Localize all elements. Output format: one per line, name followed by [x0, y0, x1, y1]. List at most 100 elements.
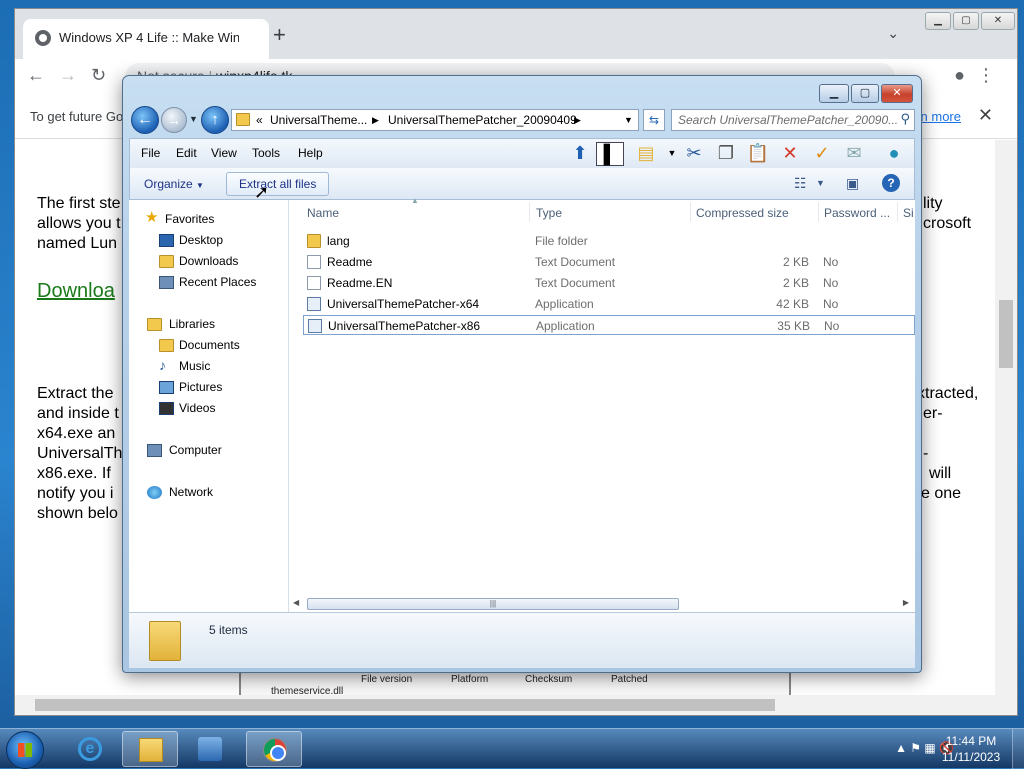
taskbar-app[interactable]: [122, 731, 178, 767]
file-row-selected[interactable]: UniversalThemePatcher-x86 Application 35…: [303, 315, 915, 335]
minimize-button[interactable]: ▁: [819, 84, 849, 103]
show-desktop-button[interactable]: [1012, 729, 1024, 769]
extract-all-files-button[interactable]: Extract all files: [226, 172, 330, 196]
recent-pages-chevron-icon[interactable]: ▼: [189, 114, 198, 124]
scroll-left-icon[interactable]: ◀: [293, 598, 299, 607]
breadcrumb-arrow-icon[interactable]: ▶: [372, 115, 379, 126]
up-arrow-icon[interactable]: ↑: [201, 106, 229, 134]
chevron-down-icon[interactable]: ▼: [816, 178, 825, 188]
breadcrumb-segment[interactable]: UniversalTheme...: [270, 113, 367, 127]
menu-file[interactable]: File: [141, 146, 160, 160]
maximize-button[interactable]: ▢: [953, 12, 979, 30]
delete-icon[interactable]: ✕: [776, 142, 804, 166]
maximize-button[interactable]: ▢: [851, 84, 879, 103]
nav-item-downloads[interactable]: Downloads: [179, 254, 238, 268]
scroll-right-icon[interactable]: ▶: [903, 598, 909, 607]
page-horizontal-scrollbar[interactable]: [15, 695, 1017, 715]
nav-item-desktop[interactable]: Desktop: [179, 233, 223, 247]
go-up-icon[interactable]: ⬆: [566, 142, 594, 166]
cut-icon[interactable]: ✂: [680, 142, 708, 166]
taskbar-app[interactable]: [182, 731, 238, 767]
nav-item-libraries[interactable]: Libraries: [169, 317, 215, 331]
file-name: Readme: [327, 255, 373, 269]
forward-arrow-icon[interactable]: →: [161, 107, 187, 133]
folder-options-icon[interactable]: ▤: [632, 142, 660, 166]
sort-arrow-icon: ▲: [411, 196, 419, 205]
reload-icon[interactable]: ↻: [91, 65, 106, 86]
file-row[interactable]: lang File folder: [303, 231, 915, 251]
globe-icon[interactable]: ●: [880, 142, 908, 166]
preview-pane-icon[interactable]: ▣: [846, 175, 859, 192]
copy-icon[interactable]: ❐: [712, 142, 740, 166]
page-text-line: will: [929, 465, 952, 482]
scroll-thumb[interactable]: |||: [307, 598, 679, 610]
chrome-menu-icon[interactable]: ⋮: [977, 65, 995, 86]
search-input[interactable]: Search UniversalThemePatcher_20090... ⚲: [671, 109, 915, 131]
nav-item-videos[interactable]: Videos: [179, 401, 215, 415]
file-row[interactable]: Readme Text Document 2 KB No: [303, 252, 915, 272]
menu-tools[interactable]: Tools: [252, 146, 280, 160]
taskbar-app[interactable]: e: [62, 731, 118, 767]
pictures-icon: [159, 381, 174, 394]
address-dropdown-icon[interactable]: ▼: [624, 115, 633, 125]
nav-item-computer[interactable]: Computer: [169, 443, 222, 457]
column-header-type[interactable]: Type: [536, 206, 562, 220]
menu-edit[interactable]: Edit: [176, 146, 197, 160]
column-divider[interactable]: [897, 202, 898, 222]
nav-item-network[interactable]: Network: [169, 485, 213, 499]
minimize-button[interactable]: ▁: [925, 12, 951, 30]
back-arrow-icon[interactable]: ←: [131, 106, 159, 134]
horizontal-scrollbar[interactable]: ◀ ||| ▶: [289, 596, 915, 612]
column-header-name[interactable]: Name: [307, 206, 339, 220]
address-bar[interactable]: « UniversalTheme... ▶ UniversalThemePatc…: [231, 109, 639, 131]
column-divider[interactable]: [818, 202, 819, 222]
breadcrumb-arrow-icon[interactable]: ▶: [574, 115, 581, 126]
column-divider[interactable]: [690, 202, 691, 222]
check-icon[interactable]: ✓: [808, 142, 836, 166]
column-divider[interactable]: [529, 202, 530, 222]
clock[interactable]: 11:44 PM 11/11/2023: [936, 733, 1006, 765]
folder-icon: [236, 113, 250, 126]
scroll-thumb[interactable]: [35, 699, 775, 711]
search-icon[interactable]: ⚲: [900, 111, 910, 127]
refresh-icon[interactable]: ⇆: [643, 109, 665, 131]
page-vertical-scrollbar[interactable]: [995, 140, 1017, 695]
breadcrumb-overflow[interactable]: «: [256, 113, 263, 127]
close-button[interactable]: ✕: [881, 84, 913, 103]
download-link[interactable]: Downloa: [37, 280, 115, 303]
help-icon[interactable]: ?: [882, 174, 900, 192]
taskbar-app[interactable]: [246, 731, 302, 767]
file-row[interactable]: Readme.EN Text Document 2 KB No: [303, 273, 915, 293]
back-arrow-icon[interactable]: ←: [27, 65, 45, 86]
browser-tab[interactable]: Windows XP 4 Life :: Make Windo: [23, 19, 269, 59]
learn-more-link[interactable]: n more: [921, 109, 961, 124]
tab-search-chevron-icon[interactable]: ⌄: [887, 25, 899, 42]
breadcrumb-segment[interactable]: UniversalThemePatcher_20090409: [388, 113, 577, 127]
table-header: Checksum: [525, 674, 573, 685]
file-row[interactable]: UniversalThemePatcher-x64 Application 42…: [303, 294, 915, 314]
close-window-button[interactable]: ✕: [981, 12, 1015, 30]
new-tab-button[interactable]: +: [273, 23, 286, 47]
nav-item-music[interactable]: Music: [179, 359, 210, 373]
email-icon[interactable]: ✉: [840, 142, 868, 166]
column-header-compressed-size[interactable]: Compressed size: [696, 206, 789, 220]
forward-arrow-icon[interactable]: →: [59, 65, 77, 86]
paste-icon[interactable]: 📋: [744, 142, 772, 166]
infobar-close-icon[interactable]: ✕: [978, 105, 993, 126]
pane-toggle-icon[interactable]: ▌: [596, 142, 624, 166]
menu-bar: File Edit View Tools Help ⬆ ▌ ▤ ▼ ✂ ❐ 📋 …: [129, 138, 915, 168]
nav-item-recent-places[interactable]: Recent Places: [179, 275, 256, 289]
menu-help[interactable]: Help: [298, 146, 323, 160]
nav-item-pictures[interactable]: Pictures: [179, 380, 222, 394]
scroll-thumb[interactable]: [999, 300, 1013, 368]
view-options-icon[interactable]: ☷: [794, 175, 807, 192]
column-header-size[interactable]: Si: [903, 206, 914, 220]
nav-item-favorites[interactable]: Favorites: [165, 212, 214, 226]
file-password: No: [824, 319, 840, 333]
column-header-password[interactable]: Password ...: [824, 206, 890, 220]
profile-avatar-icon[interactable]: ●: [954, 65, 965, 86]
start-button[interactable]: [6, 731, 44, 769]
menu-view[interactable]: View: [211, 146, 237, 160]
organize-button[interactable]: Organize ▼: [144, 177, 204, 191]
nav-item-documents[interactable]: Documents: [179, 338, 240, 352]
